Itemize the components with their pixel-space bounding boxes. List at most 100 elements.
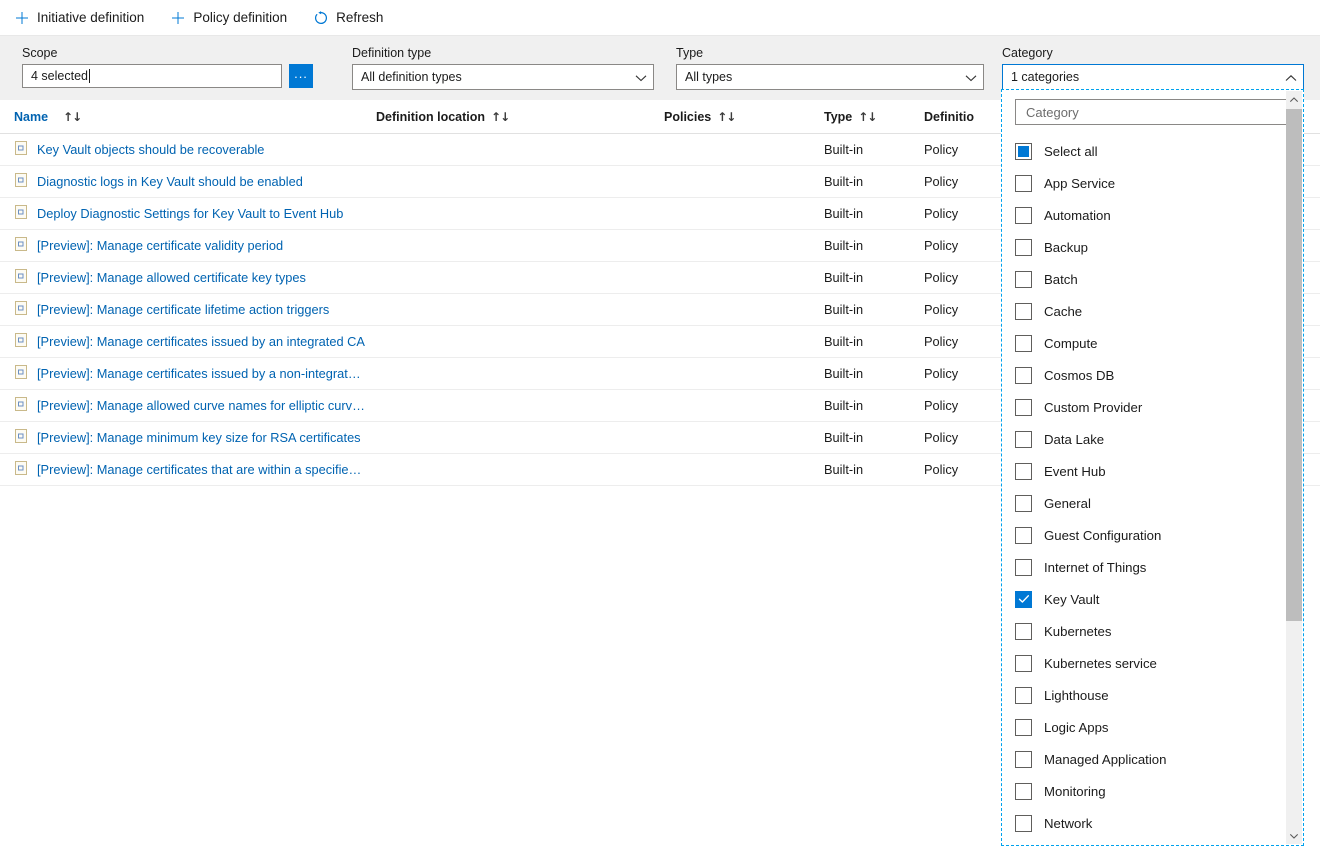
checkbox-unchecked-icon[interactable] — [1015, 655, 1032, 672]
initiative-definition-label: Initiative definition — [37, 10, 144, 25]
category-option-select-all[interactable]: Select all — [1003, 135, 1288, 167]
sort-icon[interactable]: ↑↓ — [717, 110, 735, 124]
policy-document-icon — [14, 364, 28, 383]
category-option[interactable]: Managed Application — [1003, 743, 1288, 775]
column-header-policies[interactable]: Policies ↑↓ — [664, 110, 824, 124]
checkbox-unchecked-icon[interactable] — [1015, 335, 1032, 352]
column-header-definition-location[interactable]: Definition location ↑↓ — [376, 110, 664, 124]
policy-name-link[interactable]: [Preview]: Manage certificate lifetime a… — [37, 302, 329, 317]
checkbox-indeterminate-icon[interactable] — [1015, 143, 1032, 160]
policy-name-link[interactable]: [Preview]: Manage allowed curve names fo… — [37, 398, 365, 413]
category-option-label: Guest Configuration — [1044, 528, 1161, 543]
category-option[interactable]: General — [1003, 487, 1288, 519]
checkbox-checked-icon[interactable] — [1015, 591, 1032, 608]
checkbox-unchecked-icon[interactable] — [1015, 719, 1032, 736]
checkbox-unchecked-icon[interactable] — [1015, 271, 1032, 288]
cell-type: Built-in — [824, 398, 924, 413]
policy-document-icon — [14, 204, 28, 223]
sort-icon[interactable]: ↑↓ — [858, 110, 876, 124]
policy-name-link[interactable]: [Preview]: Manage certificates that are … — [37, 462, 361, 477]
checkbox-unchecked-icon[interactable] — [1015, 431, 1032, 448]
checkbox-unchecked-icon[interactable] — [1015, 559, 1032, 576]
category-option[interactable]: Monitoring — [1003, 775, 1288, 807]
policy-name-link[interactable]: [Preview]: Manage certificate validity p… — [37, 238, 283, 253]
category-option-label: Backup — [1044, 240, 1088, 255]
refresh-button[interactable]: Refresh — [313, 0, 397, 36]
refresh-icon — [313, 10, 329, 26]
policy-definition-button[interactable]: Policy definition — [170, 0, 301, 36]
policy-document-icon — [14, 332, 28, 348]
category-option-label: App Service — [1044, 176, 1115, 191]
category-option[interactable]: Logic Apps — [1003, 711, 1288, 743]
checkbox-unchecked-icon[interactable] — [1015, 495, 1032, 512]
policy-name-link[interactable]: Diagnostic logs in Key Vault should be e… — [37, 174, 303, 189]
checkbox-unchecked-icon[interactable] — [1015, 399, 1032, 416]
policy-name-link[interactable]: Deploy Diagnostic Settings for Key Vault… — [37, 206, 343, 221]
cell-name: Key Vault objects should be recoverable — [14, 140, 376, 159]
cell-name: [Preview]: Manage certificates issued by… — [14, 364, 376, 383]
policy-document-icon — [14, 364, 28, 380]
checkbox-unchecked-icon[interactable] — [1015, 751, 1032, 768]
definition-type-select[interactable]: All definition types — [352, 64, 654, 90]
category-select[interactable]: 1 categories — [1002, 64, 1304, 90]
checkbox-unchecked-icon[interactable] — [1015, 367, 1032, 384]
category-option[interactable]: Data Lake — [1003, 423, 1288, 455]
category-option[interactable]: Cache — [1003, 295, 1288, 327]
category-option[interactable]: Internet of Things — [1003, 551, 1288, 583]
category-option[interactable]: Event Hub — [1003, 455, 1288, 487]
checkbox-unchecked-icon[interactable] — [1015, 527, 1032, 544]
scope-more-button[interactable]: ... — [289, 64, 313, 88]
category-option-label: Data Lake — [1044, 432, 1104, 447]
checkbox-unchecked-icon[interactable] — [1015, 207, 1032, 224]
policy-document-icon — [14, 140, 28, 156]
checkbox-unchecked-icon[interactable] — [1015, 303, 1032, 320]
scroll-up-arrow-icon[interactable] — [1286, 91, 1302, 108]
checkbox-unchecked-icon[interactable] — [1015, 239, 1032, 256]
column-header-type[interactable]: Type ↑↓ — [824, 110, 924, 124]
category-option[interactable]: Network — [1003, 807, 1288, 839]
category-option-label: Event Hub — [1044, 464, 1106, 479]
category-option[interactable]: Compute — [1003, 327, 1288, 359]
initiative-definition-button[interactable]: Initiative definition — [14, 0, 158, 36]
type-label: Type — [676, 46, 984, 60]
cell-name: [Preview]: Manage minimum key size for R… — [14, 428, 376, 447]
policy-name-link[interactable]: [Preview]: Manage certificates issued by… — [37, 334, 365, 349]
checkbox-unchecked-icon[interactable] — [1015, 175, 1032, 192]
sort-icon[interactable]: ↑↓ — [491, 110, 509, 124]
policy-name-link[interactable]: Key Vault objects should be recoverable — [37, 142, 264, 157]
cell-type: Built-in — [824, 238, 924, 253]
category-option[interactable]: Backup — [1003, 231, 1288, 263]
cell-name: [Preview]: Manage certificate lifetime a… — [14, 300, 376, 319]
checkbox-unchecked-icon[interactable] — [1015, 687, 1032, 704]
category-option[interactable]: Batch — [1003, 263, 1288, 295]
category-search-box[interactable] — [1015, 99, 1287, 125]
category-option[interactable]: Kubernetes service — [1003, 647, 1288, 679]
category-option[interactable]: Key Vault — [1003, 583, 1288, 615]
type-select[interactable]: All types — [676, 64, 984, 90]
category-option[interactable]: Lighthouse — [1003, 679, 1288, 711]
policy-name-link[interactable]: [Preview]: Manage allowed certificate ke… — [37, 270, 306, 285]
category-option[interactable]: Guest Configuration — [1003, 519, 1288, 551]
policy-name-link[interactable]: [Preview]: Manage certificates issued by… — [37, 366, 361, 381]
category-label: Category — [1002, 46, 1304, 60]
category-option[interactable]: Custom Provider — [1003, 391, 1288, 423]
category-option[interactable]: Cosmos DB — [1003, 359, 1288, 391]
scrollbar-thumb[interactable] — [1286, 109, 1302, 621]
scope-input[interactable]: 4 selected — [22, 64, 282, 88]
checkbox-unchecked-icon[interactable] — [1015, 463, 1032, 480]
sort-icon[interactable]: ↑↓ — [63, 110, 81, 124]
cell-name: [Preview]: Manage certificate validity p… — [14, 236, 376, 255]
category-option-label: Custom Provider — [1044, 400, 1142, 415]
category-search-input[interactable] — [1024, 104, 1278, 121]
column-header-name[interactable]: Name ↑↓ — [14, 110, 376, 124]
scroll-down-arrow-icon[interactable] — [1286, 827, 1302, 844]
policy-name-link[interactable]: [Preview]: Manage minimum key size for R… — [37, 430, 361, 445]
category-option[interactable]: Automation — [1003, 199, 1288, 231]
category-option[interactable]: Kubernetes — [1003, 615, 1288, 647]
checkbox-unchecked-icon[interactable] — [1015, 815, 1032, 832]
checkbox-unchecked-icon[interactable] — [1015, 623, 1032, 640]
policy-document-icon — [14, 396, 28, 412]
checkbox-unchecked-icon[interactable] — [1015, 783, 1032, 800]
category-option[interactable]: App Service — [1003, 167, 1288, 199]
dropdown-scrollbar[interactable] — [1286, 91, 1302, 844]
